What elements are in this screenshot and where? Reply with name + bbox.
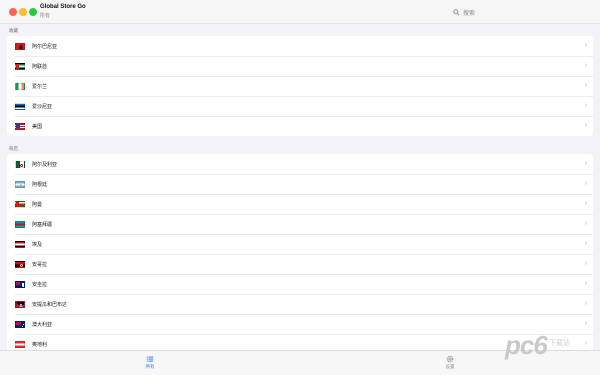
list-item-label: 安哥拉	[32, 261, 48, 268]
app-title: Global Store Go	[40, 4, 86, 10]
list-item[interactable]: 阿塞拜疆 ›	[7, 214, 593, 234]
ireland-flag-icon	[15, 82, 25, 90]
list-item-label: 奥地利	[32, 341, 48, 348]
list-item[interactable]: 阿曼 ›	[7, 194, 593, 214]
uae-flag-icon	[15, 62, 25, 70]
list-item-label: 埃及	[32, 241, 43, 248]
chevron-right-icon: ›	[584, 220, 587, 227]
close-window-button[interactable]	[9, 8, 17, 16]
list-item[interactable]: 阿尔及利亚 ›	[7, 154, 593, 174]
app-subtitle: 所有	[40, 13, 51, 19]
chevron-right-icon: ›	[584, 160, 587, 167]
search-field[interactable]: 搜索	[453, 6, 543, 18]
title-bar: Global Store Go 所有 搜索	[0, 0, 600, 24]
chevron-right-icon: ›	[584, 102, 587, 109]
antigua-barbuda-flag-icon	[15, 300, 25, 308]
list-item[interactable]: 爱沙尼亚 ›	[7, 96, 593, 116]
search-icon	[453, 8, 460, 16]
favorites-header: 收藏	[9, 28, 18, 33]
list-item-label: 美国	[32, 123, 43, 130]
list-item[interactable]: 阿根廷 ›	[7, 174, 593, 194]
watermark-subtitle: 下载站	[549, 340, 570, 347]
list-item[interactable]: 阿尔巴尼亚 ›	[7, 36, 593, 56]
list-icon	[146, 356, 154, 362]
chevron-right-icon: ›	[584, 180, 587, 187]
chevron-right-icon: ›	[584, 280, 587, 287]
list-item-label: 阿尔及利亚	[32, 161, 58, 168]
list-item-label: 阿塞拜疆	[32, 221, 53, 228]
list-item-label: 安圭拉	[32, 281, 48, 288]
albania-flag-icon	[15, 42, 25, 50]
list-item[interactable]: 安哥拉 ›	[7, 254, 593, 274]
oman-flag-icon	[15, 200, 25, 208]
chevron-right-icon: ›	[584, 42, 587, 49]
watermark-logo: pc6	[505, 330, 548, 360]
tab-all[interactable]: 所有	[135, 355, 165, 370]
tab-settings[interactable]: 设置	[435, 355, 465, 370]
chevron-right-icon: ›	[584, 340, 587, 347]
usa-flag-icon	[15, 122, 25, 130]
chevron-right-icon: ›	[584, 122, 587, 129]
search-placeholder: 搜索	[463, 10, 476, 17]
list-item-label: 阿曼	[32, 201, 43, 208]
chevron-right-icon: ›	[584, 200, 587, 207]
list-item[interactable]: 美国 ›	[7, 116, 593, 136]
tab-settings-label: 设置	[445, 364, 455, 369]
egypt-flag-icon	[15, 240, 25, 248]
chevron-right-icon: ›	[584, 62, 587, 69]
argentina-flag-icon	[15, 180, 25, 188]
list-item-label: 安提瓜和巴布达	[32, 301, 68, 308]
austria-flag-icon	[15, 340, 25, 348]
list-item-label: 阿联酋	[32, 63, 48, 70]
zoom-window-button[interactable]	[29, 8, 37, 16]
tab-all-label: 所有	[145, 364, 155, 369]
anguilla-flag-icon	[15, 280, 25, 288]
country-list[interactable]: 收藏 阿尔巴尼亚 › 阿联酋 › 爱尔兰 › 爱沙尼亚 › 美国 › 商店 阿尔…	[7, 24, 593, 350]
angola-flag-icon	[15, 260, 25, 268]
list-item-label: 阿根廷	[32, 181, 48, 188]
chevron-right-icon: ›	[584, 82, 587, 89]
azerbaijan-flag-icon	[15, 220, 25, 228]
list-item-label: 爱尔兰	[32, 83, 48, 90]
favorites-group: 阿尔巴尼亚 › 阿联酋 › 爱尔兰 › 爱沙尼亚 › 美国 ›	[7, 36, 593, 136]
list-item-label: 阿尔巴尼亚	[32, 43, 58, 50]
list-item[interactable]: 爱尔兰 ›	[7, 76, 593, 96]
algeria-flag-icon	[15, 160, 25, 168]
chevron-right-icon: ›	[584, 320, 587, 327]
estonia-flag-icon	[15, 102, 25, 110]
stores-header: 商店	[9, 146, 18, 151]
list-item[interactable]: 安圭拉 ›	[7, 274, 593, 294]
australia-flag-icon	[15, 320, 25, 328]
watermark: pc6 下载站	[505, 330, 585, 362]
list-item-label: 澳大利亚	[32, 321, 53, 328]
list-item-label: 爱沙尼亚	[32, 103, 53, 110]
list-item[interactable]: 阿联酋 ›	[7, 56, 593, 76]
list-item[interactable]: 埃及 ›	[7, 234, 593, 254]
chevron-right-icon: ›	[584, 260, 587, 267]
chevron-right-icon: ›	[584, 240, 587, 247]
chevron-right-icon: ›	[584, 300, 587, 307]
stores-group: 阿尔及利亚 › 阿根廷 › 阿曼 › 阿塞拜疆 › 埃及 › 安哥拉 › 安圭拉…	[7, 154, 593, 350]
list-item[interactable]: 安提瓜和巴布达 ›	[7, 294, 593, 314]
minimize-window-button[interactable]	[19, 8, 27, 16]
gear-icon	[446, 355, 454, 363]
